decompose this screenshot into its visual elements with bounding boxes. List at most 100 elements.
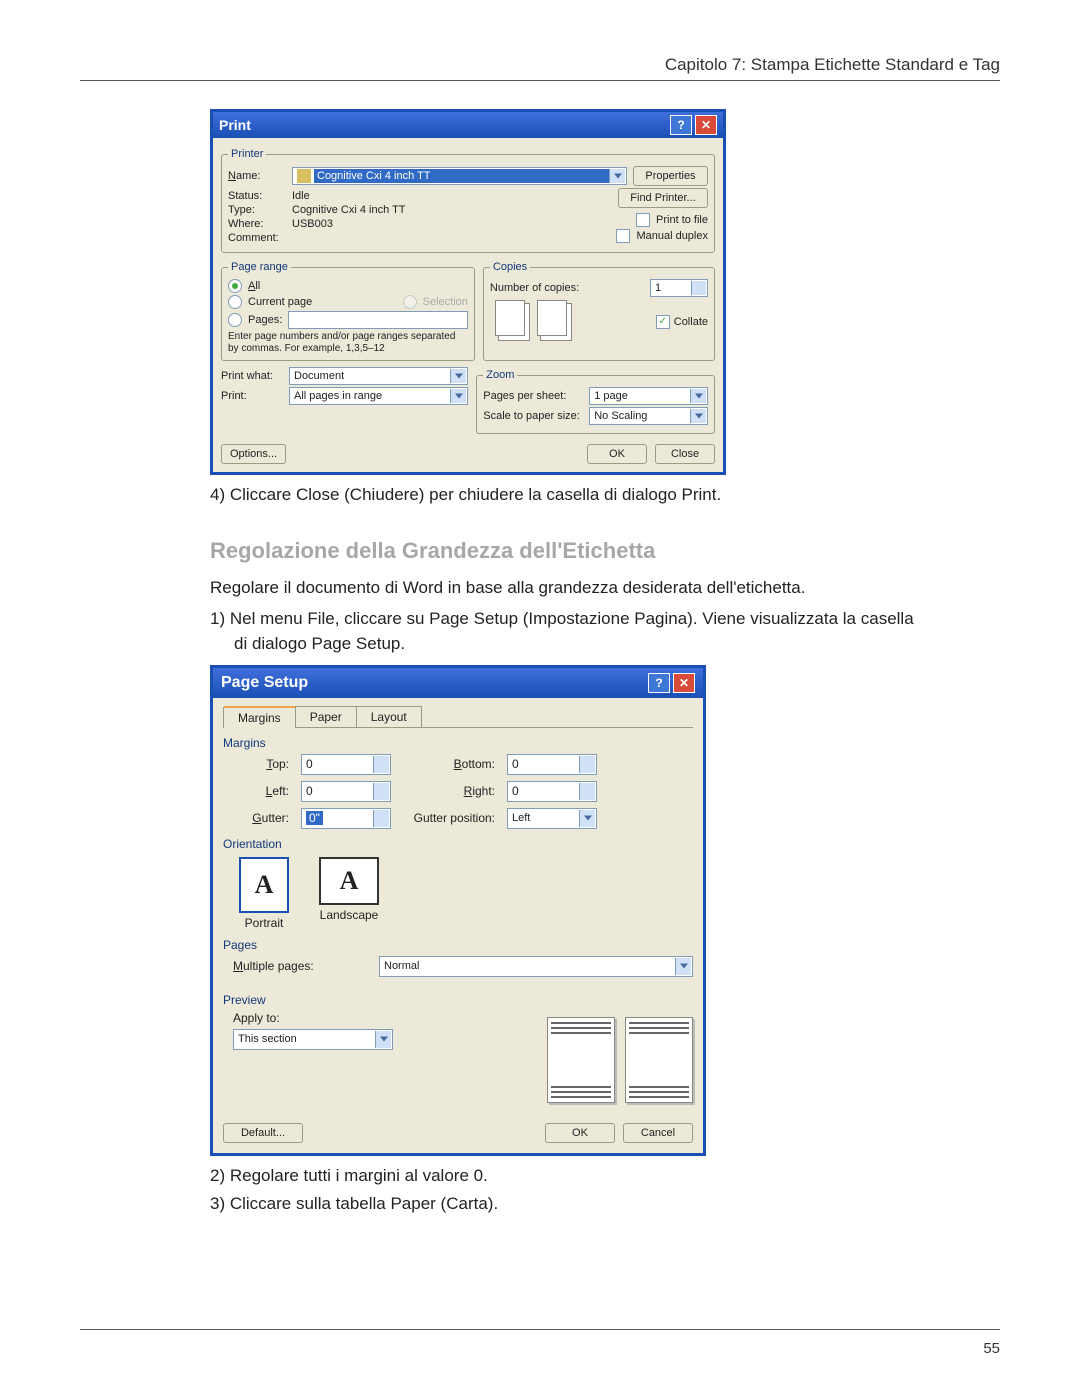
pps-value: 1 page	[594, 390, 628, 402]
left-value: 0	[306, 784, 313, 798]
orientation-legend: Orientation	[223, 837, 693, 851]
printer-legend: Printer	[228, 148, 266, 160]
close-button[interactable]: Close	[655, 444, 715, 464]
gutter-value: 0"	[306, 811, 323, 825]
printer-name-combo[interactable]: Cognitive Cxi 4 inch TT	[292, 167, 627, 185]
collate-icon	[498, 303, 572, 341]
chevron-down-icon	[455, 394, 463, 399]
page-setup-dialog: Page Setup ? ✕ Margins Paper Layout Marg…	[210, 665, 706, 1156]
chevron-down-icon	[614, 174, 622, 179]
print-label: Print:	[221, 390, 283, 402]
bottom-input[interactable]: 0	[507, 754, 597, 775]
pps-label: Pages per sheet:	[483, 390, 583, 402]
top-value: 0	[306, 757, 313, 771]
portrait-option[interactable]: A Portrait	[239, 857, 289, 930]
where-label: Where:	[228, 218, 286, 230]
scale-value: No Scaling	[594, 410, 647, 422]
pages-input[interactable]	[288, 311, 468, 329]
print-titlebar[interactable]: Print ? ✕	[213, 112, 723, 138]
properties-button[interactable]: Properties	[633, 166, 708, 186]
scale-combo[interactable]: No Scaling	[589, 407, 708, 425]
portrait-icon: A	[239, 857, 289, 913]
step-2: 2) Regolare tutti i margini al valore 0.	[210, 1164, 930, 1189]
selection-radio	[403, 295, 417, 309]
chevron-down-icon	[584, 816, 592, 821]
print-what-value: Document	[294, 370, 344, 382]
print-to-file-checkbox[interactable]	[636, 213, 650, 227]
page-range-legend: Page range	[228, 261, 291, 273]
preview-legend: Preview	[223, 993, 693, 1007]
chevron-down-icon	[695, 394, 703, 399]
print-to-file-label: Print to file	[656, 214, 708, 226]
manual-duplex-checkbox[interactable]	[616, 229, 630, 243]
collate-checkbox[interactable]	[656, 315, 670, 329]
ok-button[interactable]: OK	[587, 444, 647, 464]
ok-button[interactable]: OK	[545, 1123, 615, 1143]
top-input[interactable]: 0	[301, 754, 391, 775]
pps-combo[interactable]: 1 page	[589, 387, 708, 405]
print-dialog: Print ? ✕ Printer Name: Cognitive Cxi 4 …	[210, 109, 726, 475]
right-value: 0	[512, 784, 519, 798]
current-radio[interactable]	[228, 295, 242, 309]
multi-pages-combo[interactable]: Normal	[379, 956, 693, 977]
bottom-label: Bottom:	[399, 757, 499, 771]
all-radio[interactable]	[228, 279, 242, 293]
step-1: 1) Nel menu File, cliccare su Page Setup…	[210, 607, 930, 656]
tab-paper[interactable]: Paper	[295, 706, 357, 727]
zoom-group: Zoom Pages per sheet: 1 page Scale to pa…	[476, 369, 715, 434]
page-setup-titlebar[interactable]: Page Setup ? ✕	[213, 668, 703, 698]
chevron-down-icon	[695, 414, 703, 419]
copies-group: Copies Number of copies: 1 Collate	[483, 261, 715, 361]
num-copies-input[interactable]: 1	[650, 279, 708, 297]
close-icon[interactable]: ✕	[673, 673, 695, 693]
default-button[interactable]: Default...	[223, 1123, 303, 1143]
help-icon[interactable]: ?	[670, 115, 692, 135]
help-icon[interactable]: ?	[648, 673, 670, 693]
page-setup-title: Page Setup	[221, 674, 308, 692]
intro-paragraph: Regolare il documento di Word in base al…	[210, 576, 930, 600]
portrait-label: Portrait	[245, 916, 284, 930]
pages-legend: Pages	[223, 938, 693, 952]
chapter-header: Capitolo 7: Stampa Etichette Standard e …	[80, 55, 1000, 75]
close-icon[interactable]: ✕	[695, 115, 717, 135]
right-input[interactable]: 0	[507, 781, 597, 802]
gutter-input[interactable]: 0"	[301, 808, 391, 829]
header-rule	[80, 80, 1000, 81]
apply-to-value: This section	[238, 1033, 297, 1045]
tab-margins[interactable]: Margins	[223, 707, 296, 728]
page-range-group: Page range All Current page Selection Pa…	[221, 261, 475, 361]
chevron-down-icon	[380, 1037, 388, 1042]
zoom-legend: Zoom	[483, 369, 517, 381]
chevron-down-icon	[680, 964, 688, 969]
manual-duplex-label: Manual duplex	[636, 230, 708, 242]
tab-layout[interactable]: Layout	[356, 706, 422, 727]
gutter-pos-combo[interactable]: Left	[507, 808, 597, 829]
print-value: All pages in range	[294, 390, 382, 402]
print-what-label: Print what:	[221, 370, 283, 382]
print-what-combo[interactable]: Document	[289, 367, 468, 385]
multi-pages-value: Normal	[384, 960, 419, 972]
right-label: Right:	[399, 784, 499, 798]
section-heading: Regolazione della Grandezza dell'Etichet…	[210, 538, 1000, 564]
num-copies-label: Number of copies:	[490, 282, 579, 294]
tabs: Margins Paper Layout	[223, 706, 693, 728]
selection-label: Selection	[423, 296, 468, 308]
cancel-button[interactable]: Cancel	[623, 1123, 693, 1143]
left-input[interactable]: 0	[301, 781, 391, 802]
top-label: Top:	[233, 757, 293, 771]
margins-legend: Margins	[223, 736, 693, 750]
apply-to-combo[interactable]: This section	[233, 1029, 393, 1050]
gutter-label: Gutter:	[233, 811, 293, 825]
options-button[interactable]: Options...	[221, 444, 286, 464]
print-combo[interactable]: All pages in range	[289, 387, 468, 405]
pages-radio[interactable]	[228, 313, 242, 327]
gutter-pos-label: Gutter position:	[399, 811, 499, 825]
landscape-icon: A	[319, 857, 379, 905]
scale-label: Scale to paper size:	[483, 410, 583, 422]
where-value: USB003	[292, 218, 333, 230]
current-label: Current page	[248, 296, 312, 308]
find-printer-button[interactable]: Find Printer...	[618, 188, 708, 208]
step-4: 4) Cliccare Close (Chiudere) per chiuder…	[210, 483, 930, 508]
landscape-option[interactable]: A Landscape	[319, 857, 379, 930]
multi-pages-label: Multiple pages:	[233, 959, 373, 973]
